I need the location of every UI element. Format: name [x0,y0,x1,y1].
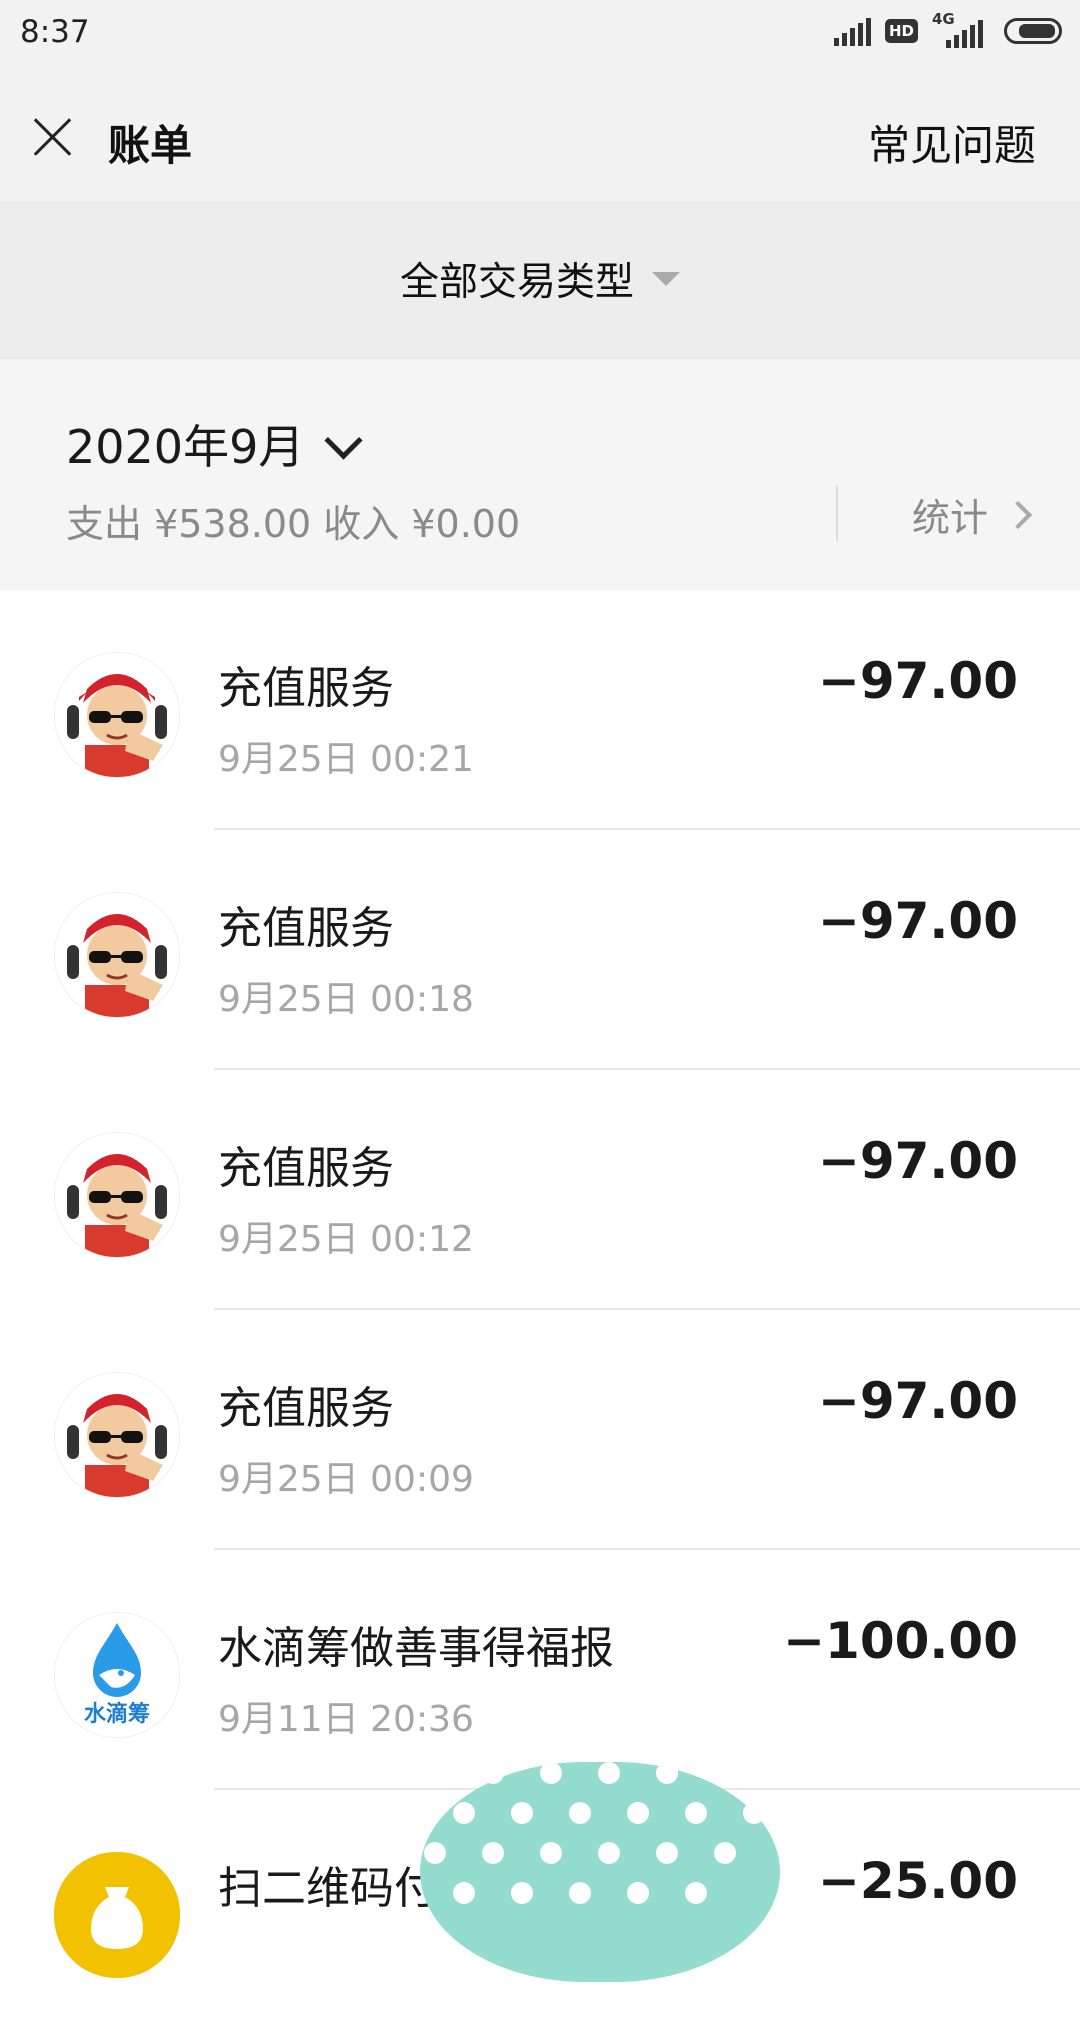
faq-link[interactable]: 常见问题 [868,112,1036,173]
hd-badge: HD [884,19,918,43]
transaction-row[interactable]: 水滴筹 水滴筹做善事得福报 9月11日 20:36 −100.00 [0,1550,1080,1790]
shuidichou-logo: 水滴筹 [54,1612,180,1738]
month-picker[interactable]: 2020年9月 [66,411,304,477]
merchant-avatar [54,1132,180,1258]
nav-bar: 账单 常见问题 [0,72,1080,203]
transaction-amount: −100.00 [783,1612,1018,1670]
transaction-amount: −97.00 [817,892,1018,950]
shuidichou-wordmark: 水滴筹 [84,1701,150,1727]
qr-pay-avatar [54,1852,180,1978]
transaction-amount: −97.00 [817,1372,1018,1430]
status-icons: HD 4G [833,10,1062,48]
transaction-type-filter[interactable]: 全部交易类型 [0,203,1080,358]
transaction-row[interactable]: 充值服务 9月25日 00:12 −97.00 [0,1070,1080,1310]
status-bar: 8:37 HD 4G [0,0,1080,72]
battery-icon [1004,18,1062,44]
transaction-time: 9月25日 00:18 [218,979,474,1020]
signal-icon [833,16,871,46]
chevron-right-icon [1003,500,1033,529]
chevron-down-icon[interactable] [324,421,363,460]
stats-label: 统计 [911,496,988,540]
transaction-time: 9月25日 00:21 [218,739,474,780]
transaction-title: 充值服务 [218,1383,394,1434]
stats-link[interactable]: 统计 [911,487,1033,542]
filter-label: 全部交易类型 [399,260,634,305]
transaction-time: 9月11日 20:36 [218,1699,474,1740]
transaction-title: 水滴筹做善事得福报 [218,1623,614,1674]
merchant-avatar [54,892,180,1018]
transaction-row[interactable]: 充值服务 9月25日 00:18 −97.00 [0,830,1080,1070]
transaction-row[interactable]: 充值服务 9月25日 00:09 −97.00 [0,1310,1080,1550]
month-summary-section: 2020年9月 支出 ¥538.00 收入 ¥0.00 统计 [0,358,1080,591]
divider [836,485,838,541]
transaction-amount: −25.00 [817,1852,1018,1910]
merchant-avatar [54,1372,180,1498]
status-time: 8:37 [20,14,90,50]
network-4g-icon: 4G [932,10,990,48]
page-title: 账单 [108,121,193,170]
transaction-title: 充值服务 [218,1143,394,1194]
transaction-time: 9月25日 00:09 [218,1459,474,1500]
transaction-amount: −97.00 [817,1132,1018,1190]
transaction-title: 扫二维码付 [218,1863,438,1914]
transaction-title: 充值服务 [218,663,394,714]
month-totals: 支出 ¥538.00 收入 ¥0.00 [66,502,521,546]
floating-bubble [420,1762,780,1982]
transaction-amount: −97.00 [817,652,1018,710]
close-icon[interactable] [32,116,74,158]
dropdown-triangle-icon [652,272,680,286]
transaction-time: 9月25日 00:12 [218,1219,474,1260]
merchant-avatar [54,652,180,778]
transaction-row[interactable]: 充值服务 9月25日 00:21 −97.00 [0,590,1080,830]
transaction-title: 充值服务 [218,903,394,954]
